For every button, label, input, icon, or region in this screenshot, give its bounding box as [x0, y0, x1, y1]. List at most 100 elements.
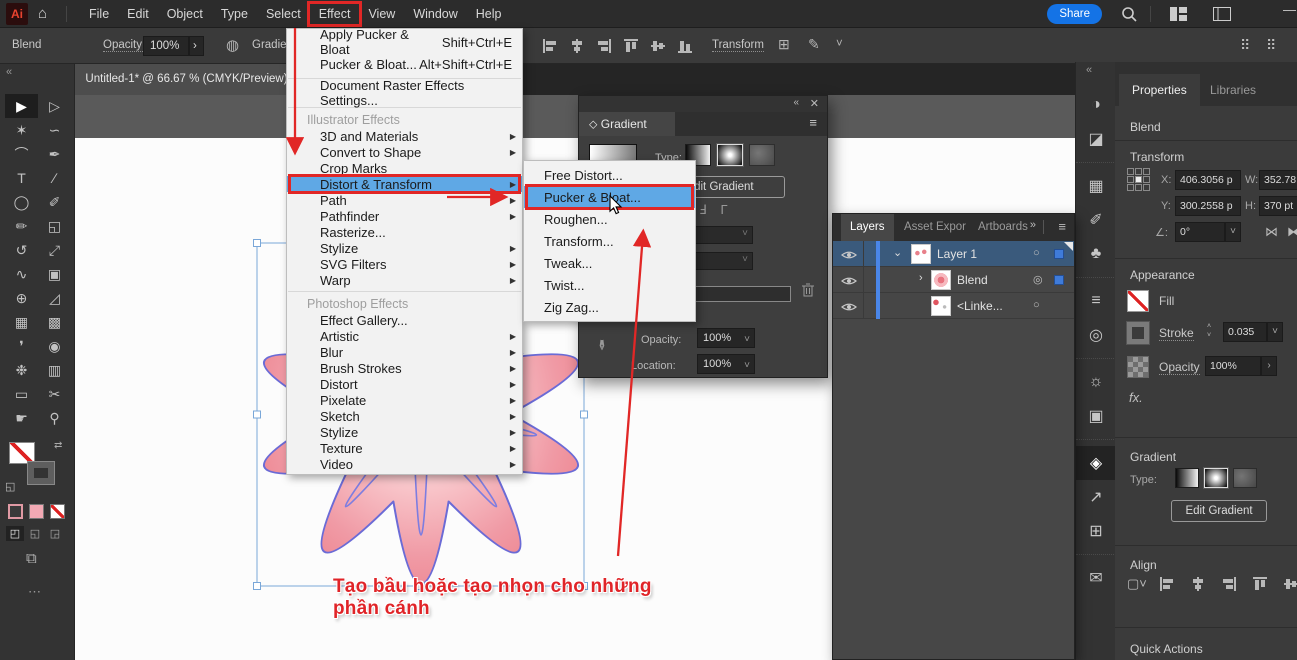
align-v-bottom-icon[interactable] [677, 38, 693, 59]
effect-menu-item-crop-marks[interactable]: Crop Marks [287, 160, 522, 176]
panel-layout-icon[interactable] [1213, 7, 1231, 21]
paintbrush-tool[interactable]: ✐ [38, 190, 71, 214]
collapse-dock-icon[interactable]: « [1086, 64, 1092, 76]
align-v-middle-icon[interactable] [650, 38, 666, 59]
menubar-item-edit[interactable]: Edit [118, 0, 158, 28]
transparency-panel-icon[interactable]: ◎ [1076, 318, 1116, 352]
gradient-button[interactable] [29, 504, 44, 519]
layers-panel-icon[interactable]: ◈ [1076, 446, 1116, 480]
gradient-panel-icon[interactable]: ◪ [1076, 122, 1116, 156]
flip-vertical-icon[interactable]: ⧓ [1287, 224, 1297, 240]
gradient-tab[interactable]: ⬦ Gradient [579, 112, 675, 136]
stroke-color-swatch[interactable] [28, 462, 54, 484]
close-panel-icon[interactable]: ✕ [810, 97, 819, 110]
menubar-item-select[interactable]: Select [257, 0, 310, 28]
effect-menu-item-sketch[interactable]: Sketch▶ [287, 408, 522, 424]
menubar-item-type[interactable]: Type [212, 0, 257, 28]
collapse-toolbar-icon[interactable]: « [6, 66, 12, 78]
align-v-top-icon[interactable] [1252, 576, 1268, 597]
effect-menu-item-apply-pucker-bloat[interactable]: Apply Pucker & BloatShift+Ctrl+E [287, 31, 522, 53]
effect-menu-item-3d-and-materials[interactable]: 3D and Materials▶ [287, 128, 522, 144]
opacity-stepper[interactable]: › [189, 36, 204, 56]
panel-menu-icon[interactable]: ≡ [1058, 219, 1066, 234]
swap-fill-stroke-icon[interactable]: ⇄ [54, 440, 62, 451]
visibility-eye-icon[interactable] [841, 300, 857, 318]
align-h-center-icon[interactable] [569, 38, 585, 59]
layer-row-blend[interactable]: ›Blend◎ [833, 267, 1074, 293]
align-to-artboard-icon[interactable]: ▢˅ [1127, 576, 1147, 592]
opacity-input[interactable]: 100% [143, 36, 189, 56]
list-options-icon[interactable]: ⠿ [1266, 37, 1276, 54]
fill-color-swatch[interactable] [9, 442, 35, 464]
target-circle-icon[interactable]: ◎ [1033, 273, 1043, 286]
distort-submenu-item-tweak[interactable]: Tweak... [524, 252, 695, 274]
artboards-panel-icon[interactable]: ⊞ [1076, 514, 1116, 548]
free-transform-tool[interactable]: ▣ [38, 262, 71, 286]
draw-inside-mode[interactable]: ◲ [46, 526, 64, 541]
swatches-panel-icon[interactable]: ▦ [1076, 169, 1116, 203]
panel-menu-icon[interactable]: ≡ [809, 115, 817, 130]
menubar-item-object[interactable]: Object [158, 0, 212, 28]
effect-menu-item-distort-transform[interactable]: Distort & Transform▶ [287, 176, 522, 192]
layer-row-linke[interactable]: <Linke...○ [833, 293, 1074, 319]
opacity-label[interactable]: Opacity: [103, 39, 145, 52]
menubar-item-window[interactable]: Window [404, 0, 466, 28]
fill-swatch[interactable] [1127, 290, 1149, 312]
gradient-tool[interactable]: ▩ [38, 310, 71, 334]
effect-menu-item-pucker-bloat[interactable]: Pucker & Bloat...Alt+Shift+Ctrl+E [287, 53, 522, 75]
magic-wand-tool[interactable]: ✶ [5, 118, 38, 142]
document-setup-icon[interactable]: ◍ [226, 36, 239, 54]
tab-properties[interactable]: Properties [1119, 74, 1200, 106]
more-options-chevron-icon[interactable]: ˅ [836, 38, 843, 50]
rotate-angle-input[interactable]: 0° [1175, 222, 1225, 242]
shape-builder-tool[interactable]: ⊕ [5, 286, 38, 310]
visibility-eye-icon[interactable] [841, 274, 857, 292]
home-icon[interactable]: ⌂ [38, 0, 47, 28]
opacity-input[interactable]: 100% [1205, 356, 1261, 376]
reference-point-selector[interactable] [1127, 168, 1150, 191]
align-h-right-icon[interactable] [1221, 576, 1237, 597]
brushes-panel-icon[interactable]: ✐ [1076, 203, 1116, 237]
opacity-link[interactable]: Opacity [1159, 360, 1200, 375]
draw-behind-mode[interactable]: ◱ [26, 526, 44, 541]
w-input[interactable]: 352.78 p [1259, 170, 1297, 190]
target-circle-icon[interactable]: ○ [1033, 247, 1040, 259]
expand-chevron-icon[interactable]: › [919, 272, 923, 284]
appearance-panel-icon[interactable]: ☼ [1076, 365, 1116, 399]
stop-opacity-value[interactable]: 100% [697, 328, 755, 348]
graphic-styles-panel-icon[interactable]: ▣ [1076, 399, 1116, 433]
layer-row-layer-1[interactable]: ⌄Layer 1○ [833, 241, 1074, 267]
slice-tool[interactable]: ✂ [38, 382, 71, 406]
color-panel-icon[interactable]: ◑ [1076, 88, 1116, 122]
opacity-stepper-icon[interactable]: › [1261, 356, 1277, 376]
y-input[interactable]: 300.2558 p [1175, 196, 1241, 216]
eyedropper-tool[interactable]: ❜ [5, 334, 38, 358]
stop-location-value[interactable]: 100% [697, 354, 755, 374]
export-panel-icon[interactable]: ↗ [1076, 480, 1116, 514]
draw-normal-mode[interactable]: ◰ [6, 526, 24, 541]
align-h-left-icon[interactable] [1159, 576, 1175, 597]
stroke-swatch[interactable] [1127, 322, 1149, 344]
change-screen-mode-icon[interactable]: ⧉ [26, 550, 37, 567]
effect-menu-item-blur[interactable]: Blur▶ [287, 344, 522, 360]
freeform-gradient-button[interactable] [749, 144, 775, 166]
effect-menu-item-distort[interactable]: Distort▶ [287, 376, 522, 392]
workspace-switcher-icon[interactable] [1170, 7, 1187, 21]
flip-horizontal-icon[interactable]: ⋈ [1265, 224, 1278, 240]
stroke-link[interactable]: Stroke [1159, 326, 1194, 341]
effect-menu-item-path[interactable]: Path▶ [287, 192, 522, 208]
effect-menu-item-pathfinder[interactable]: Pathfinder▶ [287, 208, 522, 224]
effect-menu-item-pixelate[interactable]: Pixelate▶ [287, 392, 522, 408]
eyedropper-icon[interactable]: ✒ [592, 339, 610, 352]
stroke-weight-input[interactable]: 0.035 [1223, 322, 1267, 342]
comments-panel-icon[interactable]: ✉ [1076, 561, 1116, 595]
effect-menu-item-stylize[interactable]: Stylize▶ [287, 424, 522, 440]
menubar-item-help[interactable]: Help [467, 0, 511, 28]
lasso-tool[interactable]: ∽ [38, 118, 71, 142]
distort-submenu-item-free-distort[interactable]: Free Distort... [524, 164, 695, 186]
menubar-item-view[interactable]: View [359, 0, 404, 28]
distort-submenu-item-pucker-bloat[interactable]: Pucker & Bloat... [524, 186, 695, 208]
expand-chevron-icon[interactable]: ⌄ [893, 246, 902, 259]
selection-indicator-square[interactable] [1054, 249, 1064, 259]
effect-menu-item-texture[interactable]: Texture▶ [287, 440, 522, 456]
